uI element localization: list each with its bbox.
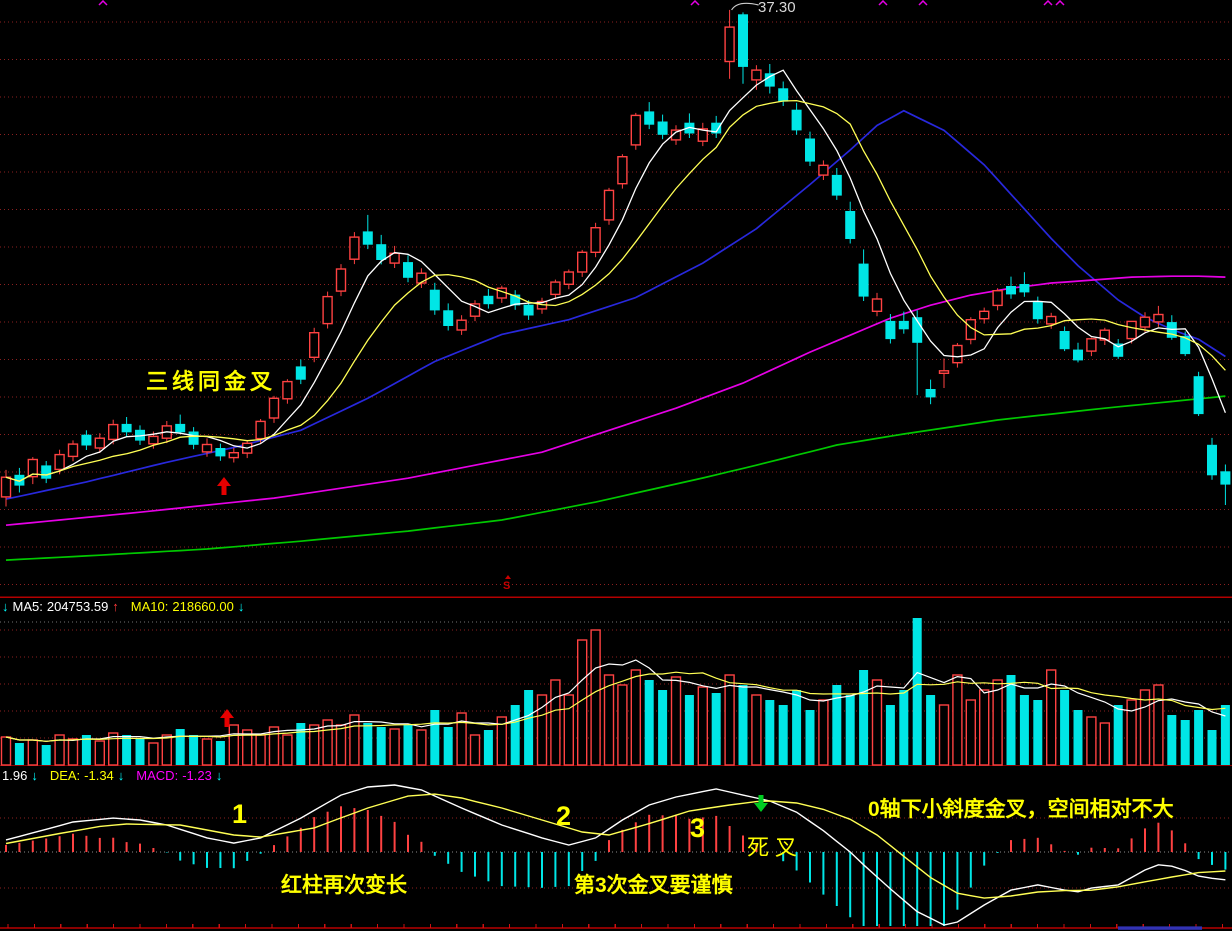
- down-arrow-icon: ↓: [31, 768, 38, 783]
- sell-marker-caret-icon: [505, 575, 511, 579]
- buy-signal-arrow-icon: [216, 477, 232, 500]
- high-price-label: 37.30: [758, 0, 796, 16]
- volume-signal-arrow-icon: [219, 709, 235, 732]
- vol-ma10-value: 218660.00: [172, 599, 233, 614]
- down-arrow-icon: ↓: [2, 599, 9, 614]
- macd-dea-value: -1.34: [84, 768, 114, 783]
- death-cross-label: 死叉: [747, 830, 803, 862]
- down-arrow-icon: ↓: [216, 768, 223, 783]
- third-cross-note: 第3次金叉要谨慎: [574, 869, 733, 899]
- macd-macd-value: -1.23: [182, 768, 212, 783]
- up-arrow-icon: ↑: [112, 599, 119, 614]
- triple-golden-cross-annotation: 三线同金叉: [146, 364, 276, 396]
- volume-panel-header: ↓ MA5: 204753.59 ↑ MA10: 218660.00 ↓: [2, 599, 244, 614]
- golden-cross-marker-1: 1: [232, 799, 247, 830]
- golden-cross-marker-2: 2: [556, 801, 571, 832]
- macd-dif-value: 1.96: [2, 768, 27, 783]
- vol-ma10-label: MA10:: [131, 599, 169, 614]
- golden-cross-note: 0轴下小斜度金叉，空间相对不大: [868, 793, 1174, 823]
- vol-ma5-label: MA5:: [13, 599, 43, 614]
- kline-chart-window: 37.30 三线同金叉 S ↓ MA5: 204753.59 ↑ MA10: 2…: [0, 0, 1232, 931]
- death-cross-arrow-icon: [753, 795, 769, 817]
- macd-panel-header: 1.96 ↓ DEA: -1.34 ↓ MACD: -1.23 ↓: [2, 768, 222, 783]
- vol-ma5-value: 204753.59: [47, 599, 108, 614]
- red-bars-note: 红柱再次变长: [281, 869, 407, 899]
- macd-macd-label: MACD:: [136, 768, 178, 783]
- chart-canvas[interactable]: [0, 0, 1232, 931]
- sell-marker: S: [503, 580, 510, 592]
- down-arrow-icon: ↓: [238, 599, 245, 614]
- down-arrow-icon: ↓: [118, 768, 125, 783]
- golden-cross-marker-3: 3: [690, 813, 705, 844]
- macd-dea-label: DEA:: [50, 768, 80, 783]
